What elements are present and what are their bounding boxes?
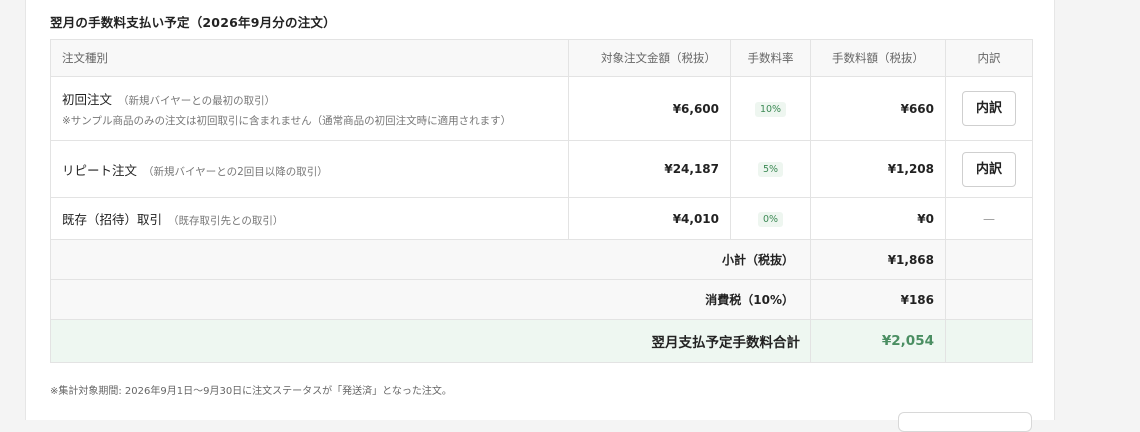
table-row: 既存（招待）取引 （既存取引先との取引） ¥4,010 0% ¥0 —: [50, 197, 1033, 240]
tax-row: 消費税（10%） ¥186: [50, 279, 1033, 320]
order-type-label: 初回注文: [62, 92, 113, 107]
detail-cell: 内訳: [945, 76, 1033, 141]
total-label: 翌月支払予定手数料合計: [50, 319, 811, 363]
detail-cell: 内訳: [945, 140, 1033, 198]
order-amount: ¥4,010: [568, 197, 731, 240]
empty-cell: [945, 239, 1033, 280]
fee-rate-cell: 0%: [730, 197, 811, 240]
header-rate: 手数料率: [730, 39, 811, 77]
fee-rate-badge: 10%: [754, 101, 787, 117]
fee-amount: ¥1,208: [810, 140, 946, 198]
subtotal-row: 小計（税抜） ¥1,868: [50, 239, 1033, 280]
empty-cell: [945, 319, 1033, 363]
fee-rate-cell: 5%: [730, 140, 811, 198]
fee-amount: ¥660: [810, 76, 946, 141]
order-type-label: 既存（招待）取引: [62, 212, 163, 227]
header-detail: 内訳: [945, 39, 1033, 77]
fee-table: 注文種別 対象注文金額（税抜） 手数料率 手数料額（税抜） 内訳 初回注文 （新規…: [50, 39, 1033, 363]
header-order-type: 注文種別: [50, 39, 569, 77]
partial-button[interactable]: [898, 412, 1032, 432]
empty-cell: [945, 279, 1033, 320]
order-amount: ¥6,600: [568, 76, 731, 141]
fee-amount: ¥0: [810, 197, 946, 240]
tax-label: 消費税（10%）: [50, 279, 811, 320]
header-amount: 対象注文金額（税抜）: [568, 39, 731, 77]
order-type-label: リピート注文: [62, 162, 138, 178]
order-amount: ¥24,187: [568, 140, 731, 198]
table-row: 初回注文 （新規バイヤーとの最初の取引） ※サンプル商品のみの注文は初回取引に含ま…: [50, 76, 1033, 141]
fee-rate-badge: 0%: [757, 211, 784, 227]
order-type-cell: 既存（招待）取引 （既存取引先との取引）: [50, 197, 569, 240]
header-fee: 手数料額（税抜）: [810, 39, 946, 77]
total-value: ¥2,054: [810, 319, 946, 363]
detail-button[interactable]: 内訳: [962, 151, 1016, 187]
order-type-description: （既存取引先との取引）: [168, 215, 284, 227]
detail-button[interactable]: 内訳: [962, 91, 1016, 126]
table-row: リピート注文 （新規バイヤーとの2回目以降の取引） ¥24,187 5% ¥1,2…: [50, 140, 1033, 198]
subtotal-label: 小計（税抜）: [50, 239, 811, 280]
fee-rate-cell: 10%: [730, 76, 811, 141]
order-type-cell: 初回注文 （新規バイヤーとの最初の取引） ※サンプル商品のみの注文は初回取引に含ま…: [50, 76, 569, 141]
order-type-note: ※サンプル商品のみの注文は初回取引に含まれません（通常商品の初回注文時に適用され…: [62, 115, 512, 127]
subtotal-value: ¥1,868: [810, 239, 946, 280]
order-type-description: （新規バイヤーとの2回目以降の取引）: [143, 165, 328, 178]
total-row: 翌月支払予定手数料合計 ¥2,054: [50, 319, 1033, 363]
section-title: 翌月の手数料支払い予定（2026年9月分の注文）: [50, 15, 336, 30]
order-type-description: （新規バイヤーとの最初の取引）: [118, 95, 276, 107]
fee-schedule-card: 翌月の手数料支払い予定（2026年9月分の注文） 注文種別 対象注文金額（税抜）…: [25, 0, 1055, 432]
table-header-row: 注文種別 対象注文金額（税抜） 手数料率 手数料額（税抜） 内訳: [50, 39, 1033, 77]
no-detail-dash: —: [983, 211, 995, 226]
period-footnote: ※集計対象期間: 2026年9月1日～9月30日に注文ステータスが「発送済」とな…: [50, 386, 452, 397]
tax-value: ¥186: [810, 279, 946, 320]
detail-cell: —: [945, 197, 1033, 240]
order-type-cell: リピート注文 （新規バイヤーとの2回目以降の取引）: [50, 140, 569, 198]
fee-rate-badge: 5%: [757, 162, 784, 177]
